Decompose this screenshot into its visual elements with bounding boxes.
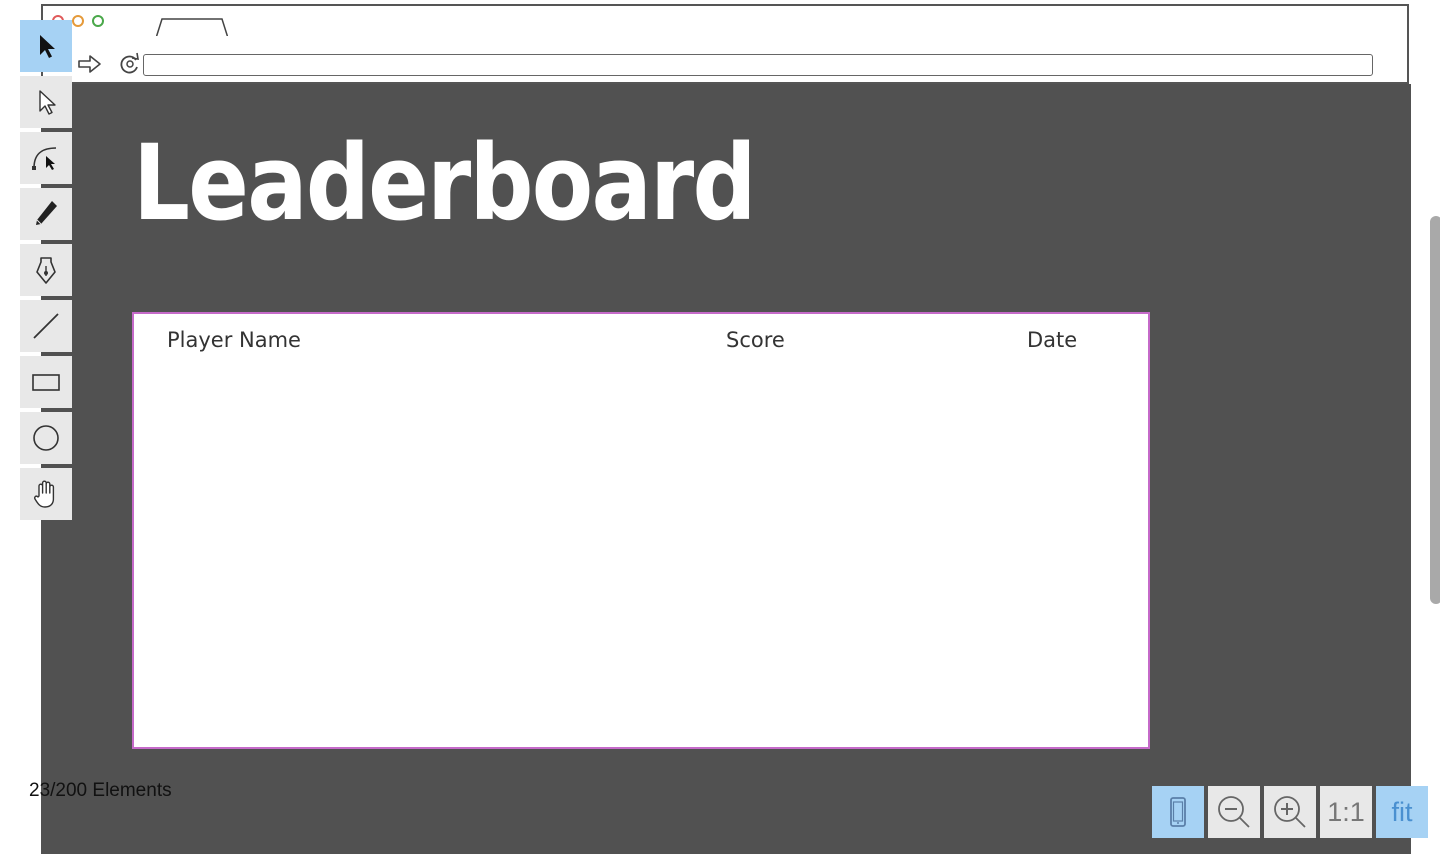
pen-nib-icon — [36, 257, 56, 284]
device-preview-button[interactable] — [1152, 786, 1204, 838]
browser-mockup-titlebar — [41, 4, 1409, 38]
rectangle-tool-button[interactable] — [20, 356, 72, 408]
window-maximize-dot — [92, 15, 104, 27]
vertical-scrollbar-thumb[interactable] — [1430, 216, 1440, 604]
column-header-player-name: Player Name — [167, 328, 301, 352]
line-tool-button[interactable] — [20, 300, 72, 352]
direct-select-tool-button[interactable] — [20, 76, 72, 128]
zoom-actual-size-button[interactable]: 1:1 — [1320, 786, 1372, 838]
ellipse-icon — [33, 425, 59, 451]
zoom-out-button[interactable] — [1208, 786, 1260, 838]
zoom-in-button[interactable] — [1264, 786, 1316, 838]
browser-tab-shape — [156, 18, 228, 38]
pencil-icon — [36, 201, 57, 225]
arrow-filled-icon — [40, 35, 55, 58]
column-header-score: Score — [726, 328, 785, 352]
elements-count-status: 23/200 Elements — [29, 780, 172, 801]
pencil-tool-button[interactable] — [20, 188, 72, 240]
pen-tool-button[interactable] — [20, 244, 72, 296]
window-minimize-dot — [72, 15, 84, 27]
hand-icon — [34, 480, 55, 508]
line-icon — [33, 313, 59, 339]
column-header-date: Date — [1027, 328, 1078, 352]
phone-device-icon — [1170, 797, 1186, 827]
forward-arrow-icon — [78, 55, 101, 73]
ellipse-tool-button[interactable] — [20, 412, 72, 464]
arrow-outline-icon — [39, 90, 56, 115]
select-tool-button[interactable] — [20, 20, 72, 72]
zoom-in-icon — [1274, 796, 1306, 828]
rectangle-icon — [32, 374, 60, 391]
zoom-fit-button[interactable]: fit — [1376, 786, 1428, 838]
page-title[interactable]: Leaderboard — [133, 118, 757, 248]
leaderboard-table[interactable] — [132, 312, 1150, 749]
bezier-curve-icon — [32, 147, 57, 170]
hand-tool-button[interactable] — [20, 468, 72, 520]
bezier-tool-button[interactable] — [20, 132, 72, 184]
mockup-url-field — [143, 54, 1373, 76]
reload-icon — [120, 52, 139, 74]
zoom-out-icon — [1218, 796, 1250, 828]
